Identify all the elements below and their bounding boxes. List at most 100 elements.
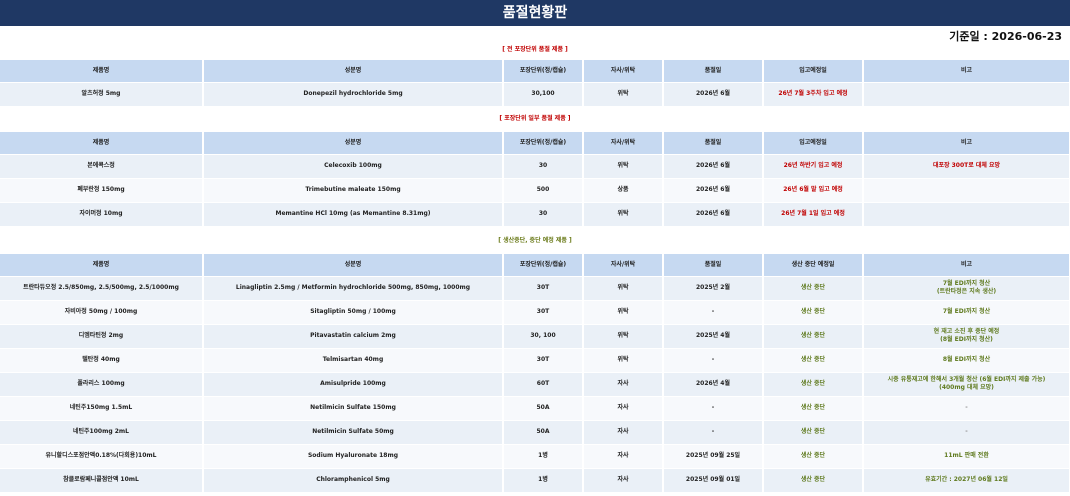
cell-soldout-date: 2026년 4월 — [663, 372, 764, 397]
cell-note: 대포장 300T로 대체 요망 — [863, 154, 1070, 179]
cell-ingredient: Chloramphenicol 5mg — [203, 468, 504, 493]
cell-soldout-date: 2025년 2월 — [663, 276, 764, 301]
cell-note: 시중 유통재고에 한해서 3개월 청산 (6월 EDI까지 제출 가능) (40… — [863, 372, 1070, 397]
table-header-row: 제품명 성분명 포장단위(정/캡슐) 자사/위탁 품절일 입고예정일 비고 — [0, 132, 1070, 155]
cell-restock-date: 26년 7월 3주차 입고 예정 — [763, 82, 864, 107]
cell-owner: 위탁 — [583, 154, 664, 179]
cell-soldout-date: 2026년 6월 — [663, 82, 764, 107]
cell-soldout-date: 2026년 6월 — [663, 202, 764, 227]
cell-soldout-date: - — [663, 348, 764, 373]
cell-package: 500 — [503, 178, 584, 203]
cell-product: 폴라리스 100mg — [0, 372, 204, 397]
cell-soldout-date: - — [663, 300, 764, 325]
header-product: 제품명 — [0, 254, 204, 277]
cell-stop-status: 생산 중단 — [763, 348, 864, 373]
cell-note: - — [863, 396, 1070, 421]
cell-owner: 자사 — [583, 444, 664, 469]
cell-product: 폐부란정 150mg — [0, 178, 204, 203]
header-owner: 자사/위탁 — [583, 60, 664, 83]
cell-package: 30T — [503, 276, 584, 301]
cell-note: 11mL 판매 전환 — [863, 444, 1070, 469]
table-row: 네틴주150mg 1.5mL Netilmicin Sulfate 150mg … — [0, 396, 1070, 421]
cell-note: 유효기간 : 2027년 06월 12일 — [863, 468, 1070, 493]
header-soldout-date: 품절일 — [663, 60, 764, 83]
cell-package: 50A — [503, 396, 584, 421]
cell-product: 디엠타틴정 2mg — [0, 324, 204, 349]
cell-ingredient: Netilmicin Sulfate 150mg — [203, 396, 504, 421]
table-row: 폐부란정 150mg Trimebutine maleate 150mg 500… — [0, 178, 1070, 203]
cell-note — [863, 82, 1070, 107]
cell-package: 1병 — [503, 468, 584, 493]
cell-package: 30 — [503, 202, 584, 227]
cell-soldout-date: 2025년 09월 25일 — [663, 444, 764, 469]
cell-owner: 위탁 — [583, 82, 664, 107]
header-owner: 자사/위탁 — [583, 132, 664, 155]
cell-restock-date: 26년 6월 말 입고 예정 — [763, 178, 864, 203]
cell-ingredient: Netilmicin Sulfate 50mg — [203, 420, 504, 445]
table-row: 본에콕스정 Celecoxib 100mg 30 위탁 2026년 6월 26년… — [0, 154, 1070, 179]
section-title-all-soldout: [ 전 포장단위 품절 제품 ] — [502, 46, 568, 53]
header-package: 포장단위(정/캡슐) — [503, 132, 584, 155]
header-ingredient: 성분명 — [203, 60, 504, 83]
table-row: 알츠허정 5mg Donepezil hydrochloride 5mg 30,… — [0, 82, 1070, 107]
cell-ingredient: Trimebutine maleate 150mg — [203, 178, 504, 203]
cell-stop-status: 생산 중단 — [763, 468, 864, 493]
cell-product: 자비아정 50mg / 100mg — [0, 300, 204, 325]
cell-restock-date: 26년 하반기 입고 예정 — [763, 154, 864, 179]
table-row: 유니할디스포점안액0.18%(다회용)10mL Sodium Hyalurona… — [0, 444, 1070, 469]
cell-package: 30,100 — [503, 82, 584, 107]
cell-product: 트란타듀오정 2.5/850mg, 2.5/500mg, 2.5/1000mg — [0, 276, 204, 301]
header-product: 제품명 — [0, 132, 204, 155]
cell-note: 7월 EDI까지 청산 — [863, 300, 1070, 325]
cell-owner: 자사 — [583, 396, 664, 421]
cell-owner: 위탁 — [583, 348, 664, 373]
header-ingredient: 성분명 — [203, 254, 504, 277]
cell-package: 1병 — [503, 444, 584, 469]
header-owner: 자사/위탁 — [583, 254, 664, 277]
cell-soldout-date: - — [663, 396, 764, 421]
table-row: 자이머정 10mg Memantine HCl 10mg (as Memanti… — [0, 202, 1070, 227]
cell-owner: 자사 — [583, 372, 664, 397]
cell-ingredient: Donepezil hydrochloride 5mg — [203, 82, 504, 107]
cell-product: 텔탄정 40mg — [0, 348, 204, 373]
cell-stop-status: 생산 중단 — [763, 372, 864, 397]
cell-owner: 상품 — [583, 178, 664, 203]
cell-stop-status: 생산 중단 — [763, 420, 864, 445]
header-package: 포장단위(정/캡슐) — [503, 254, 584, 277]
base-date: 기준일 : 2026-06-23 — [949, 30, 1062, 43]
section-title-discontinued: [ 생산중단, 중단 예정 제품 ] — [498, 237, 572, 244]
header-package: 포장단위(정/캡슐) — [503, 60, 584, 83]
table-row: 디엠타틴정 2mg Pitavastatin calcium 2mg 30, 1… — [0, 324, 1070, 349]
cell-package: 30, 100 — [503, 324, 584, 349]
section-title-partial-soldout: [ 포장단위 일부 품절 제품 ] — [499, 115, 571, 122]
cell-product: 유니할디스포점안액0.18%(다회용)10mL — [0, 444, 204, 469]
cell-restock-date: 26년 7월 1일 입고 예정 — [763, 202, 864, 227]
cell-ingredient: Pitavastatin calcium 2mg — [203, 324, 504, 349]
cell-soldout-date: 2025년 09월 01일 — [663, 468, 764, 493]
table-row: 폴라리스 100mg Amisulpride 100mg 60T 자사 2026… — [0, 372, 1070, 397]
table-all-soldout: 제품명 성분명 포장단위(정/캡슐) 자사/위탁 품절일 입고예정일 비고 알츠… — [0, 60, 1070, 107]
table-header-row: 제품명 성분명 포장단위(정/캡슐) 자사/위탁 품절일 생산 중단 예정일 비… — [0, 254, 1070, 277]
cell-owner: 위탁 — [583, 324, 664, 349]
cell-soldout-date: 2026년 6월 — [663, 154, 764, 179]
cell-stop-status: 생산 중단 — [763, 276, 864, 301]
cell-package: 30T — [503, 300, 584, 325]
table-row: 참클로람페니콜점안액 10mL Chloramphenicol 5mg 1병 자… — [0, 468, 1070, 493]
cell-package: 50A — [503, 420, 584, 445]
cell-stop-status: 생산 중단 — [763, 300, 864, 325]
cell-note: - — [863, 420, 1070, 445]
table-row: 자비아정 50mg / 100mg Sitagliptin 50mg / 100… — [0, 300, 1070, 325]
header-note: 비고 — [863, 132, 1070, 155]
cell-package: 30 — [503, 154, 584, 179]
table-partial-soldout: 제품명 성분명 포장단위(정/캡슐) 자사/위탁 품절일 입고예정일 비고 본에… — [0, 132, 1070, 227]
cell-product: 네틴주100mg 2mL — [0, 420, 204, 445]
cell-stop-status: 생산 중단 — [763, 324, 864, 349]
table-row: 텔탄정 40mg Telmisartan 40mg 30T 위탁 - 생산 중단… — [0, 348, 1070, 373]
header-ingredient: 성분명 — [203, 132, 504, 155]
header-soldout-date: 품절일 — [663, 254, 764, 277]
table-discontinued: 제품명 성분명 포장단위(정/캡슐) 자사/위탁 품절일 생산 중단 예정일 비… — [0, 254, 1070, 493]
cell-product: 알츠허정 5mg — [0, 82, 204, 107]
cell-ingredient: Memantine HCl 10mg (as Memantine 8.31mg) — [203, 202, 504, 227]
cell-product: 자이머정 10mg — [0, 202, 204, 227]
cell-owner: 위탁 — [583, 202, 664, 227]
